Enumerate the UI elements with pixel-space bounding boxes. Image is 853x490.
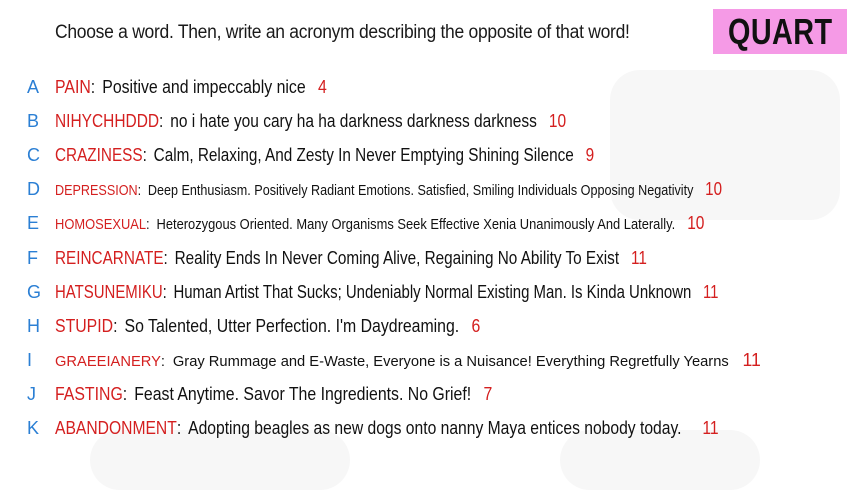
entry-line: PAIN: Positive and impeccably nice 4 — [55, 77, 327, 98]
prompt-text: Choose a word. Then, write an acronym de… — [55, 22, 630, 43]
list-item: H STUPID: So Talented, Utter Perfection. … — [0, 309, 853, 343]
entry-score: 4 — [317, 76, 327, 97]
logo: QUART — [713, 9, 847, 54]
entry-acronym: Heterozygous Oriented. Many Organisms Se… — [156, 216, 676, 234]
entry-word: STUPID — [55, 315, 114, 336]
entry-letter: J — [27, 384, 36, 405]
entry-score: 11 — [742, 350, 761, 371]
entry-acronym: Positive and impeccably nice — [102, 76, 306, 97]
entry-acronym: Deep Enthusiasm. Positively Radiant Emot… — [147, 182, 694, 200]
entry-acronym: no i hate you cary ha ha darkness darkne… — [170, 110, 537, 131]
entry-line: STUPID: So Talented, Utter Perfection. I'… — [55, 316, 480, 337]
entry-score: 10 — [687, 213, 705, 234]
entry-line: CRAZINESS: Calm, Relaxing, And Zesty In N… — [55, 145, 594, 166]
entry-letter: D — [27, 179, 40, 200]
list-item: E HOMOSEXUAL: Heterozygous Oriented. Many… — [0, 207, 853, 241]
entry-word: REINCARNATE — [55, 247, 164, 268]
entry-letter: K — [27, 418, 40, 439]
entry-word: ABANDONMENT — [55, 418, 177, 439]
entry-letter: G — [27, 281, 42, 302]
list-item: K ABANDONMENT: Adopting beagles as new do… — [0, 412, 853, 446]
entry-colon: : — [162, 281, 167, 302]
entry-score: 7 — [483, 384, 493, 405]
entry-word: FASTING — [55, 384, 123, 405]
entry-score: 6 — [471, 315, 481, 336]
logo-text: QUART — [727, 10, 833, 52]
entry-line: REINCARNATE: Reality Ends In Never Coming… — [55, 248, 647, 269]
entry-word: HATSUNEMIKU — [55, 281, 163, 302]
entry-colon: : — [113, 315, 118, 336]
entry-score: 11 — [630, 247, 647, 268]
entry-acronym: Calm, Relaxing, And Zesty In Never Empty… — [153, 144, 574, 165]
entry-acronym: Reality Ends In Never Coming Alive, Rega… — [174, 247, 620, 268]
list-item: F REINCARNATE: Reality Ends In Never Comi… — [0, 241, 853, 275]
entry-word: CRAZINESS — [55, 144, 143, 165]
entry-acronym: Gray Rummage and E-Waste, Everyone is a … — [172, 353, 729, 371]
list-item: B NIHYCHHDDD: no i hate you cary ha ha da… — [0, 104, 853, 138]
entry-score: 11 — [702, 281, 719, 302]
entry-acronym: So Talented, Utter Perfection. I'm Daydr… — [124, 315, 460, 336]
entry-line: GRAEEIANERY: Gray Rummage and E-Waste, Ev… — [55, 350, 761, 371]
entry-colon: : — [142, 144, 147, 165]
entry-letter: B — [27, 110, 40, 131]
entry-line: HATSUNEMIKU: Human Artist That Sucks; Und… — [55, 282, 718, 303]
entry-line: HOMOSEXUAL: Heterozygous Oriented. Many O… — [55, 213, 704, 234]
entry-colon: : — [159, 110, 164, 131]
list-item: J FASTING: Feast Anytime. Savor The Ingre… — [0, 378, 853, 412]
list-item: A PAIN: Positive and impeccably nice 4 — [0, 70, 853, 104]
entry-letter: C — [27, 144, 40, 165]
entry-acronym: Human Artist That Sucks; Undeniably Norm… — [173, 281, 692, 302]
entry-letter: I — [27, 350, 33, 371]
entry-letter: E — [27, 213, 40, 234]
entry-colon: : — [160, 353, 166, 371]
entry-score: 9 — [585, 144, 595, 165]
entry-acronym: Adopting beagles as new dogs onto nanny … — [188, 418, 682, 439]
list-item: G HATSUNEMIKU: Human Artist That Sucks; U… — [0, 275, 853, 309]
entry-score: 11 — [702, 418, 719, 439]
entry-colon: : — [176, 418, 182, 439]
entry-letter: F — [27, 247, 38, 268]
entry-word: PAIN — [55, 76, 91, 97]
entry-acronym: Feast Anytime. Savor The Ingredients. No… — [134, 384, 472, 405]
entry-colon: : — [146, 216, 150, 234]
entry-colon: : — [163, 247, 168, 268]
entry-word: DEPRESSION — [55, 182, 138, 200]
entry-line: NIHYCHHDDD: no i hate you cary ha ha dark… — [55, 111, 566, 132]
entry-letter: A — [27, 76, 40, 97]
entry-letter: H — [27, 315, 40, 336]
entry-line: ABANDONMENT: Adopting beagles as new dogs… — [55, 418, 719, 439]
entry-colon: : — [137, 182, 142, 200]
entry-score: 10 — [548, 110, 567, 131]
entry-word: GRAEEIANERY — [55, 353, 161, 371]
entries-list: A PAIN: Positive and impeccably nice 4 B N… — [0, 70, 853, 446]
entry-word: NIHYCHHDDD — [55, 110, 160, 131]
list-item: D DEPRESSION: Deep Enthusiasm. Positively… — [0, 173, 853, 207]
entry-colon: : — [122, 384, 128, 405]
entry-score: 10 — [705, 179, 722, 200]
entry-line: FASTING: Feast Anytime. Savor The Ingredi… — [55, 384, 492, 405]
entry-line: DEPRESSION: Deep Enthusiasm. Positively R… — [55, 179, 722, 200]
entry-word: HOMOSEXUAL — [55, 216, 147, 234]
entry-colon: : — [90, 76, 96, 97]
list-item: C CRAZINESS: Calm, Relaxing, And Zesty In… — [0, 138, 853, 172]
list-item: I GRAEEIANERY: Gray Rummage and E-Waste, … — [0, 344, 853, 378]
